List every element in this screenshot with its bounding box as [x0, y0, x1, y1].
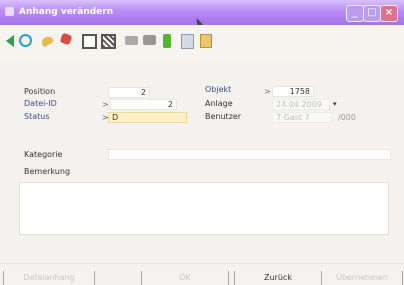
anlage-label: Anlage	[205, 99, 233, 108]
grid-icon[interactable]	[101, 34, 116, 49]
document-icon[interactable]	[181, 34, 194, 49]
close-button[interactable]: ×	[380, 5, 398, 22]
objekt-prefix: >	[264, 87, 271, 96]
ok-button[interactable]: OK	[141, 271, 229, 285]
benutzer-label: Benutzer	[205, 112, 242, 121]
clipboard-icon[interactable]	[200, 34, 212, 48]
key-icon[interactable]	[39, 34, 55, 48]
chevron-down-icon[interactable]: ▾	[333, 100, 337, 108]
benutzer-suffix: /000	[338, 113, 356, 122]
kategorie-field[interactable]	[108, 149, 391, 160]
back-arrow-icon[interactable]	[6, 35, 14, 47]
printer-icon[interactable]	[125, 36, 138, 45]
toolbar	[0, 25, 404, 59]
blank-icon[interactable]	[82, 34, 97, 49]
zurueck-button[interactable]: Zurück	[234, 271, 322, 285]
kategorie-label: Kategorie	[24, 150, 63, 159]
datei-id-label: Datei-ID	[24, 99, 57, 108]
status-label: Status	[24, 112, 50, 121]
anlage-field: 24.04.2009	[272, 99, 330, 110]
datei-id-prefix: >	[102, 100, 109, 109]
position-field[interactable]: 2	[108, 87, 150, 98]
dialog-window: Anhang verändern _ □ × Position 2 Objekt…	[0, 0, 404, 285]
app-icon	[5, 7, 14, 16]
dateianhang-button[interactable]: Dateianhang	[3, 271, 95, 285]
printer-setup-icon[interactable]	[143, 35, 156, 45]
datei-id-field[interactable]: 2	[109, 99, 177, 110]
minimize-button[interactable]: _	[346, 5, 364, 22]
title-bar: Anhang verändern _ □ ×	[0, 0, 404, 30]
uebernehmen-button[interactable]: Übernehmen	[321, 271, 403, 285]
benutzer-field: 7 Gast 7	[272, 112, 332, 123]
objekt-field[interactable]: 1758	[272, 86, 314, 97]
status-field[interactable]: D	[108, 112, 187, 123]
bemerkung-textarea[interactable]	[19, 182, 389, 235]
refresh-icon[interactable]	[19, 34, 32, 47]
bottle-icon[interactable]	[163, 34, 171, 48]
maximize-button[interactable]: □	[363, 5, 381, 22]
window-title: Anhang verändern	[19, 7, 114, 17]
position-label: Position	[24, 87, 56, 96]
objekt-label: Objekt	[205, 85, 232, 94]
bemerkung-label: Bemerkung	[24, 167, 71, 176]
footer-separator	[0, 263, 404, 264]
tool-icon[interactable]	[59, 32, 73, 46]
